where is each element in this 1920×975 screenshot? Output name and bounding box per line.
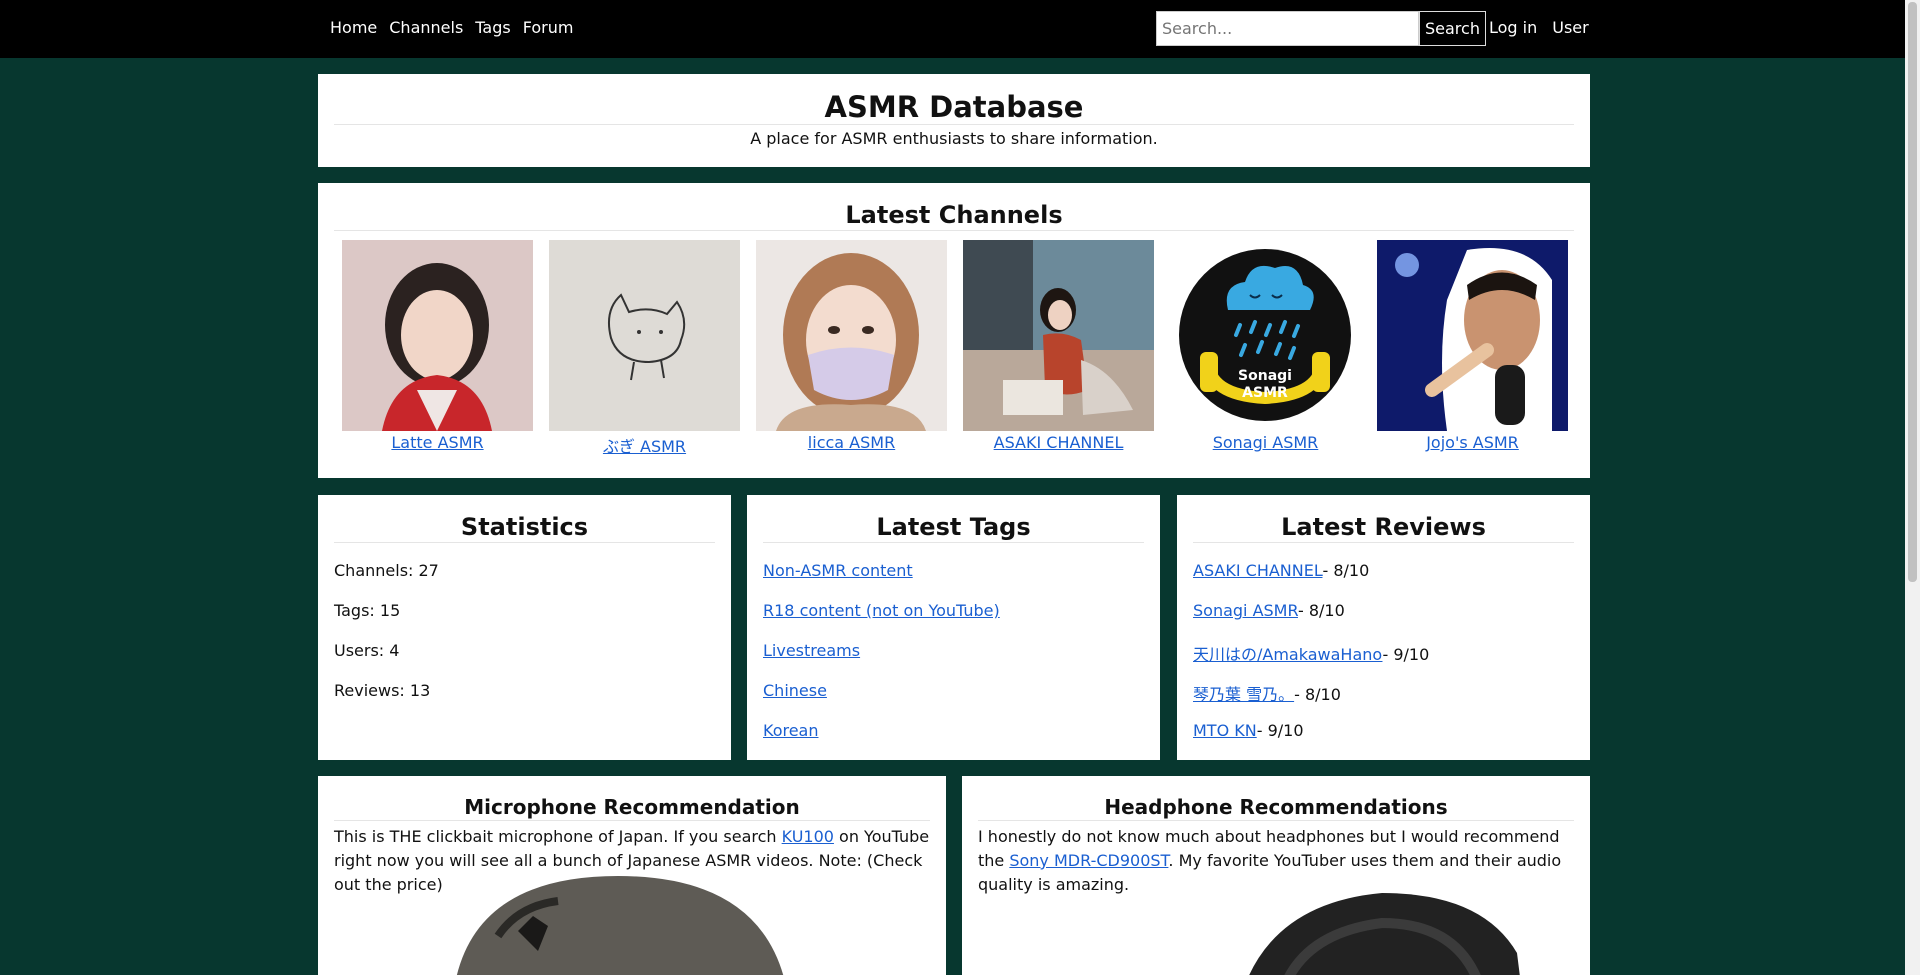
search-button[interactable]: Search: [1419, 11, 1486, 46]
site-subtitle: A place for ASMR enthusiasts to share in…: [750, 129, 1158, 148]
hero-card: ASMR Database A place for ASMR enthusias…: [318, 74, 1590, 167]
list-item: ASAKI CHANNEL- 8/10: [1193, 561, 1574, 601]
latest-tags-title: Latest Tags: [876, 513, 1031, 541]
review-channel-link[interactable]: 天川はの/AmakawaHano: [1193, 645, 1382, 664]
headphone-title: Headphone Recommendations: [1104, 795, 1448, 819]
sonagi-logo-image: Sonagi ASMR: [1170, 240, 1361, 431]
channel-link[interactable]: licca ASMR: [756, 433, 947, 452]
nav-channels-link[interactable]: Channels: [389, 18, 463, 37]
channel-thumbnail-asaki[interactable]: [963, 240, 1154, 431]
list-item: 琴乃葉 雪乃。- 8/10: [1193, 681, 1574, 721]
statistics-card: Statistics Channels: 27 Tags: 15 Users: …: [318, 495, 731, 760]
microphone-card: Microphone Recommendation This is THE cl…: [318, 776, 946, 975]
stat-users: Users: 4: [334, 641, 400, 660]
top-navbar: Home Channels Tags Forum Search Log in U…: [0, 0, 1905, 58]
ku100-link[interactable]: KU100: [782, 827, 834, 846]
user-link[interactable]: User: [1552, 18, 1588, 37]
channel-thumbnail-bugi[interactable]: [549, 240, 740, 431]
scrollbar-thumb[interactable]: [1908, 2, 1917, 582]
latest-reviews-card: Latest Reviews ASAKI CHANNEL- 8/10 Sonag…: [1177, 495, 1590, 760]
logo-text-2: ASMR: [1242, 385, 1288, 401]
channel-card: Latte ASMR: [342, 240, 533, 457]
list-item: R18 content (not on YouTube): [763, 601, 1144, 641]
review-channel-link[interactable]: ASAKI CHANNEL: [1193, 561, 1322, 580]
channel-link[interactable]: Latte ASMR: [342, 433, 533, 452]
review-score: - 8/10: [1297, 601, 1345, 620]
review-channel-link[interactable]: MTO KN: [1193, 721, 1257, 740]
channel-thumbnail-latte[interactable]: [342, 240, 533, 431]
list-item: 天川はの/AmakawaHano- 9/10: [1193, 641, 1574, 681]
tag-link[interactable]: Chinese: [763, 681, 827, 700]
stat-reviews: Reviews: 13: [334, 681, 431, 700]
list-item: Chinese: [763, 681, 1144, 721]
stat-tags: Tags: 15: [334, 601, 401, 620]
logo-text-1: Sonagi: [1238, 368, 1292, 384]
headphone-card: Headphone Recommendations I honestly do …: [962, 776, 1590, 975]
list-item: Korean: [763, 721, 1144, 761]
tag-link[interactable]: Non-ASMR content: [763, 561, 913, 580]
headphone-text: I honestly do not know much about headph…: [962, 821, 1590, 897]
search-input[interactable]: [1156, 11, 1419, 46]
channel-card: Jojo's ASMR: [1377, 240, 1568, 457]
text-part: This is THE clickbait microphone of Japa…: [334, 827, 782, 846]
portrait-image: [342, 240, 533, 431]
account-nav: Log in User: [1489, 18, 1604, 37]
channel-link[interactable]: Jojo's ASMR: [1377, 433, 1568, 452]
nav-forum-link[interactable]: Forum: [523, 18, 574, 37]
channel-link[interactable]: ASAKI CHANNEL: [963, 433, 1154, 452]
microphone-image: [457, 876, 784, 975]
review-score: - 8/10: [1322, 561, 1370, 580]
channel-card: ASAKI CHANNEL: [963, 240, 1154, 457]
sony-mdr-link[interactable]: Sony MDR-CD900ST: [1009, 851, 1168, 870]
channel-thumbnail-sonagi[interactable]: Sonagi ASMR: [1170, 240, 1361, 431]
tag-link[interactable]: Livestreams: [763, 641, 860, 660]
list-item: MTO KN- 9/10: [1193, 721, 1574, 761]
tag-list: Non-ASMR content R18 content (not on You…: [747, 543, 1160, 761]
tag-link[interactable]: Korean: [763, 721, 819, 740]
review-list: ASAKI CHANNEL- 8/10 Sonagi ASMR- 8/10 天川…: [1177, 543, 1590, 761]
main-nav: Home Channels Tags Forum: [330, 18, 585, 37]
review-score: - 9/10: [1256, 721, 1304, 740]
site-title: ASMR Database: [824, 90, 1084, 124]
channel-link[interactable]: ぶぎ ASMR: [549, 433, 740, 457]
stat-channels: Channels: 27: [334, 561, 439, 580]
search-form: Search: [1156, 11, 1486, 46]
latest-channels-card: Latest Channels Latte ASMR ぶぎ ASMR licca…: [318, 183, 1590, 478]
nav-home-link[interactable]: Home: [330, 18, 377, 37]
divider: [334, 230, 1574, 231]
latest-channels-title: Latest Channels: [845, 201, 1063, 229]
channel-card: Sonagi ASMR Sonagi ASMR: [1170, 240, 1361, 457]
login-link[interactable]: Log in: [1489, 18, 1537, 37]
review-channel-link[interactable]: 琴乃葉 雪乃。: [1193, 685, 1294, 704]
headphones-image: [1249, 893, 1520, 975]
nav-tags-link[interactable]: Tags: [475, 18, 510, 37]
channel-card: ぶぎ ASMR: [549, 240, 740, 457]
statistics-list: Channels: 27 Tags: 15 Users: 4 Reviews: …: [318, 543, 731, 721]
statistics-title: Statistics: [460, 513, 589, 541]
portrait-image: [756, 240, 947, 431]
latest-reviews-title: Latest Reviews: [1281, 513, 1486, 541]
pig-doodle-image: [549, 240, 740, 431]
portrait-image: [963, 240, 1154, 431]
channel-link[interactable]: Sonagi ASMR: [1170, 433, 1361, 452]
channel-thumbnail-jojo[interactable]: [1377, 240, 1568, 431]
latest-tags-card: Latest Tags Non-ASMR content R18 content…: [747, 495, 1160, 760]
review-score: - 9/10: [1382, 645, 1430, 664]
review-score: - 8/10: [1294, 685, 1341, 704]
channel-thumbnail-licca[interactable]: [756, 240, 947, 431]
portrait-image: [1377, 240, 1568, 431]
divider: [334, 124, 1574, 125]
list-item: Livestreams: [763, 641, 1144, 681]
channel-card: licca ASMR: [756, 240, 947, 457]
tag-link[interactable]: R18 content (not on YouTube): [763, 601, 1000, 620]
channel-list: Latte ASMR ぶぎ ASMR licca ASMR ASAKI CHAN…: [342, 240, 1568, 457]
list-item: Non-ASMR content: [763, 561, 1144, 601]
page-scrollbar[interactable]: [1905, 0, 1920, 975]
microphone-title: Microphone Recommendation: [464, 795, 800, 819]
list-item: Sonagi ASMR- 8/10: [1193, 601, 1574, 641]
review-channel-link[interactable]: Sonagi ASMR: [1193, 601, 1298, 620]
